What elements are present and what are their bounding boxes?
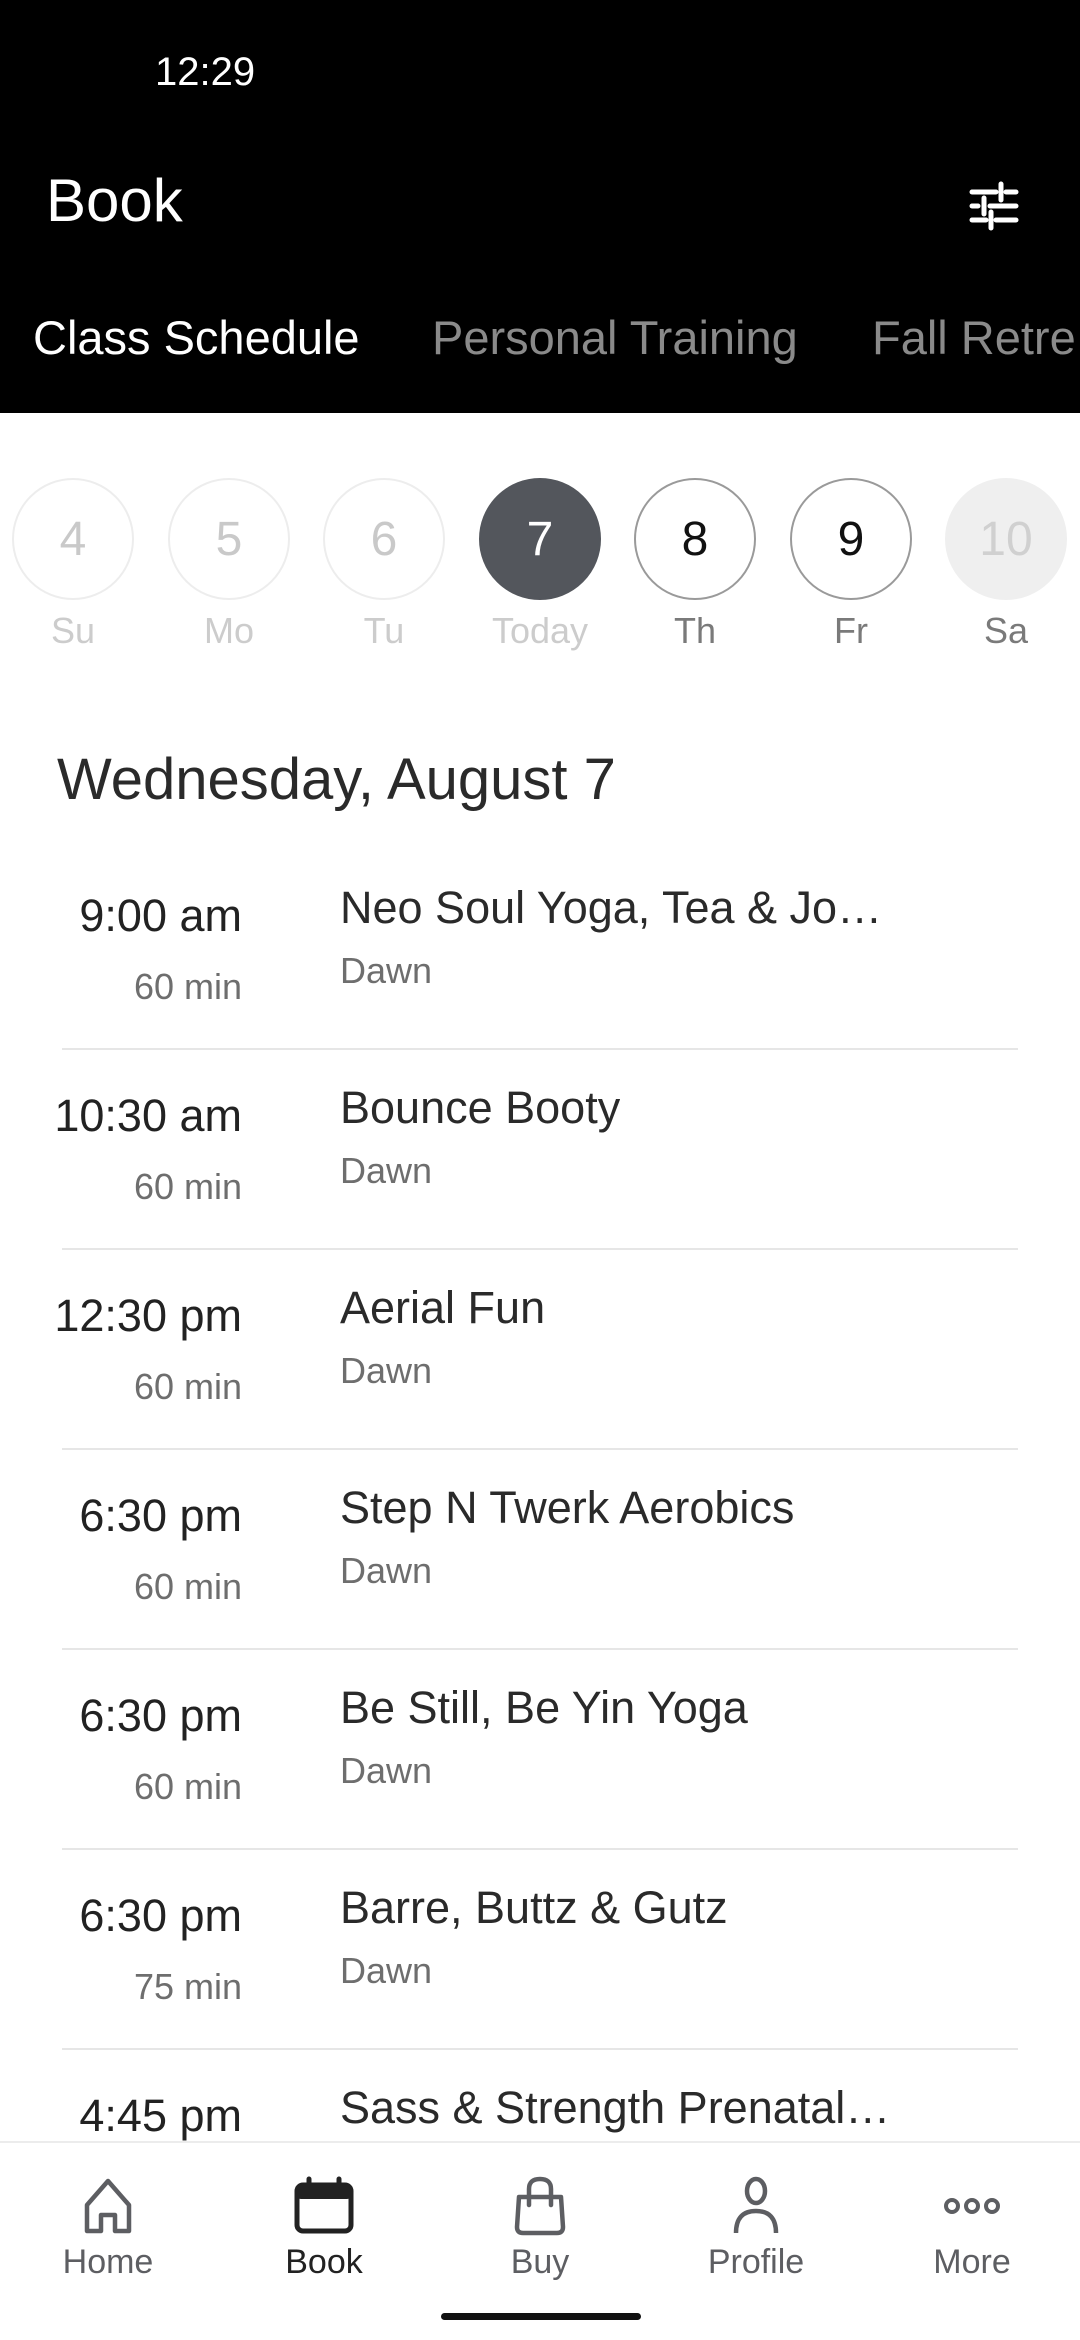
class-name: Sass & Strength Prenatal… xyxy=(340,2082,891,2133)
class-row[interactable]: 10:30 am 60 min Bounce Booty Dawn xyxy=(0,1050,1080,1250)
day-5[interactable]: 5 Mo xyxy=(168,478,290,658)
day-label: Fr xyxy=(834,610,868,651)
filter-button[interactable] xyxy=(960,170,1030,240)
class-row[interactable]: 9:00 am 60 min Neo Soul Yoga, Tea & Jo… … xyxy=(0,850,1080,1050)
status-bar-time: 12:29 xyxy=(155,50,256,94)
date-heading: Wednesday, August 7 xyxy=(57,747,616,812)
nav-label: Buy xyxy=(510,2243,570,2281)
day-6[interactable]: 6 Tu xyxy=(323,478,445,658)
class-instructor: Dawn xyxy=(340,1350,433,1391)
day-9[interactable]: 9 Fr xyxy=(790,478,912,658)
class-name: Be Still, Be Yin Yoga xyxy=(340,1682,748,1733)
class-row[interactable]: 6:30 pm 60 min Be Still, Be Yin Yoga Daw… xyxy=(0,1650,1080,1850)
nav-book[interactable]: Book xyxy=(216,2163,432,2283)
day-label: Sa xyxy=(983,610,1029,651)
day-label: Th xyxy=(673,610,716,651)
nav-label: Profile xyxy=(707,2243,805,2281)
nav-profile[interactable]: Profile xyxy=(648,2163,864,2283)
class-duration: 60 min xyxy=(133,1766,242,1807)
nav-home[interactable]: Home xyxy=(0,2163,216,2283)
home-indicator[interactable] xyxy=(441,2313,641,2320)
class-instructor: Dawn xyxy=(340,1150,433,1191)
day-label: Su xyxy=(50,610,96,651)
class-time: 6:30 pm xyxy=(79,1490,242,1541)
day-8[interactable]: 8 Th xyxy=(634,478,756,658)
shopping-bag-icon xyxy=(514,2176,566,2236)
day-10[interactable]: 10 Sa xyxy=(945,478,1067,658)
tab-fall-retreat[interactable]: Fall Retre xyxy=(872,310,1076,365)
day-number: 4 xyxy=(12,478,134,600)
class-duration: 60 min xyxy=(133,1166,242,1207)
calendar-icon xyxy=(294,2176,354,2234)
class-time: 4:45 pm xyxy=(79,2090,242,2141)
class-instructor: Dawn xyxy=(340,1950,433,1991)
class-instructor: Dawn xyxy=(340,1750,433,1791)
class-name: Step N Twerk Aerobics xyxy=(340,1482,795,1533)
class-time: 9:00 am xyxy=(79,890,242,941)
class-time: 6:30 pm xyxy=(79,1690,242,1741)
page-title: Book xyxy=(46,167,183,234)
class-name: Barre, Buttz & Gutz xyxy=(340,1882,728,1933)
class-duration: 60 min xyxy=(133,1366,242,1407)
nav-label: Home xyxy=(62,2243,154,2281)
class-name: Neo Soul Yoga, Tea & Jo… xyxy=(340,882,883,933)
class-time: 12:30 pm xyxy=(54,1290,242,1341)
class-list: 9:00 am 60 min Neo Soul Yoga, Tea & Jo… … xyxy=(0,850,1080,2250)
date-strip: 4 Su 5 Mo 6 Tu 7 Today 8 Th 9 Fr 10 Sa xyxy=(0,478,1080,658)
class-row[interactable]: 6:30 pm 75 min Barre, Buttz & Gutz Dawn xyxy=(0,1850,1080,2050)
home-icon xyxy=(84,2178,132,2234)
bottom-navigation: Home Book Buy Profile More xyxy=(0,2141,1080,2340)
day-number: 10 xyxy=(945,478,1067,600)
day-4[interactable]: 4 Su xyxy=(12,478,134,658)
nav-label: Book xyxy=(285,2243,363,2281)
day-number: 7 xyxy=(479,478,601,600)
more-dots-icon xyxy=(944,2198,1000,2214)
day-label: Mo xyxy=(203,610,254,651)
nav-more[interactable]: More xyxy=(864,2163,1080,2283)
tab-class-schedule[interactable]: Class Schedule xyxy=(33,310,360,365)
class-instructor: Dawn xyxy=(340,1550,433,1591)
day-7-today[interactable]: 7 Today xyxy=(479,478,601,658)
class-duration: 60 min xyxy=(133,1566,242,1607)
class-row[interactable]: 6:30 pm 60 min Step N Twerk Aerobics Daw… xyxy=(0,1450,1080,1650)
day-number: 9 xyxy=(790,478,912,600)
class-duration: 60 min xyxy=(133,966,242,1007)
tab-bar: Class Schedule Personal Training Fall Re… xyxy=(0,310,1080,390)
day-number: 8 xyxy=(634,478,756,600)
day-number: 6 xyxy=(323,478,445,600)
class-name: Bounce Booty xyxy=(340,1082,621,1133)
nav-label: More xyxy=(933,2243,1011,2281)
top-app-bar: 12:29 Book Class Schedule Personal Train… xyxy=(0,0,1080,413)
class-row[interactable]: 12:30 pm 60 min Aerial Fun Dawn xyxy=(0,1250,1080,1450)
day-label: Today xyxy=(491,610,589,651)
nav-buy[interactable]: Buy xyxy=(432,2163,648,2283)
class-time: 6:30 pm xyxy=(79,1890,242,1941)
sliders-icon xyxy=(969,181,1019,231)
class-time: 10:30 am xyxy=(54,1090,242,1141)
person-icon xyxy=(733,2176,779,2234)
class-instructor: Dawn xyxy=(340,950,433,991)
day-number: 5 xyxy=(168,478,290,600)
class-duration: 75 min xyxy=(133,1966,242,2007)
class-name: Aerial Fun xyxy=(340,1282,546,1333)
day-label: Tu xyxy=(363,610,405,651)
tab-personal-training[interactable]: Personal Training xyxy=(432,310,798,365)
